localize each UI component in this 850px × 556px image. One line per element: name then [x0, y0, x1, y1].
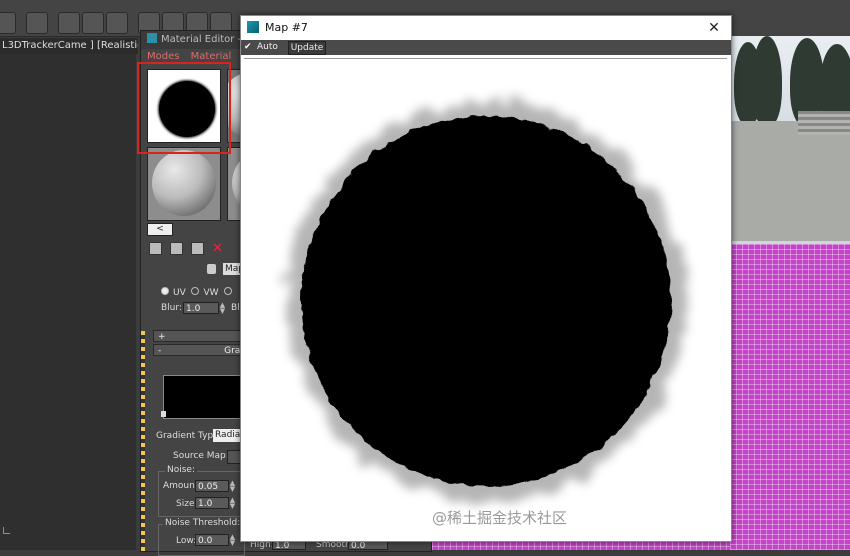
blur-offset-label: Bl: [231, 303, 240, 313]
reset-icon[interactable]: [191, 242, 204, 255]
steps: [798, 111, 850, 135]
amount-spinner-icon[interactable]: ▲ ▼: [229, 480, 236, 493]
noise-label: Noise:: [165, 465, 197, 475]
noise-group: [158, 471, 245, 517]
assign-icon[interactable]: [170, 242, 183, 255]
close-button[interactable]: ✕: [699, 16, 729, 40]
render-icon[interactable]: [106, 12, 128, 34]
low-label: Low:: [176, 536, 197, 546]
rollout-title: Gra: [224, 346, 241, 356]
update-button[interactable]: Update: [288, 41, 326, 55]
menu-modes[interactable]: Modes: [147, 51, 179, 62]
radio-uv[interactable]: [161, 287, 169, 295]
viewport-scene[interactable]: [730, 36, 850, 550]
black-disc: [301, 116, 671, 486]
map-preview-canvas[interactable]: [244, 58, 727, 538]
viewport-left[interactable]: [0, 54, 136, 550]
watermark-text: @稀土掘金技术社区: [432, 509, 568, 527]
amount-input[interactable]: 0.05: [195, 480, 229, 492]
map-window[interactable]: Map #7 ✕ ✔ Auto Update: [240, 15, 732, 542]
size-spinner-icon[interactable]: ▲ ▼: [229, 497, 236, 510]
source-map-label: Source Map:: [173, 451, 229, 461]
sphere-preview: [152, 150, 216, 216]
auto-checkbox[interactable]: ✔: [244, 43, 252, 52]
gradient-preview[interactable]: [163, 375, 245, 419]
auto-label: Auto: [257, 42, 278, 52]
map-window-title: Map #7: [265, 21, 308, 34]
low-input[interactable]: 0.0: [195, 534, 229, 546]
plaza: [730, 121, 850, 241]
gradient-type-dropdown[interactable]: Radial: [213, 429, 243, 442]
audio-icon[interactable]: [82, 12, 104, 34]
rollout-toggle: -: [158, 346, 162, 356]
gradient-type-label: Gradient Type:: [156, 431, 222, 441]
rollout-collapsed[interactable]: +: [153, 330, 243, 342]
app-logo-icon: [247, 21, 259, 33]
map-window-toolbar: ✔ Auto Update: [241, 40, 731, 55]
vw-label: VW: [203, 288, 219, 298]
coords-radio-group: UV VW: [161, 287, 236, 298]
radio-vw[interactable]: [191, 287, 200, 295]
low-spinner-icon[interactable]: ▲ ▼: [229, 534, 236, 547]
blur-spinner-icon[interactable]: ▲ ▼: [219, 302, 226, 315]
tool-icon[interactable]: [58, 12, 80, 34]
light-icon[interactable]: [26, 12, 48, 34]
selection-highlight: [137, 62, 231, 154]
blur-input[interactable]: 1.0: [183, 302, 219, 314]
noise-threshold-label: Noise Threshold:: [163, 518, 243, 528]
material-editor-toolbar: ✕: [149, 242, 223, 256]
tree: [752, 36, 782, 126]
eyedropper-icon[interactable]: [207, 264, 216, 274]
axis-tripod-icon: [3, 527, 10, 534]
rollout-scrollbar[interactable]: [141, 331, 145, 551]
slots-scroll-left-button[interactable]: <: [147, 223, 173, 236]
rollout-gradient-params[interactable]: - Gra: [153, 344, 243, 356]
viewport-label[interactable]: L3DTrackerCame ] [Realistic ]: [0, 38, 138, 54]
grid-floor: [730, 244, 850, 550]
map-window-titlebar[interactable]: Map #7 ✕: [241, 16, 731, 40]
toolbar-button[interactable]: [0, 12, 16, 34]
checker-icon[interactable]: [149, 242, 162, 255]
radio-wu[interactable]: [224, 287, 233, 295]
gradient-flag-icon[interactable]: [161, 411, 166, 417]
app-logo-icon: [147, 33, 157, 43]
uv-label: UV: [173, 288, 186, 298]
radial-gradient-preview: [244, 59, 727, 538]
menu-material[interactable]: Material: [191, 51, 232, 62]
size-input[interactable]: 1.0: [195, 497, 229, 509]
delete-icon[interactable]: ✕: [212, 242, 223, 255]
blur-label: Blur:: [161, 303, 182, 313]
material-slot-3[interactable]: [147, 147, 221, 221]
